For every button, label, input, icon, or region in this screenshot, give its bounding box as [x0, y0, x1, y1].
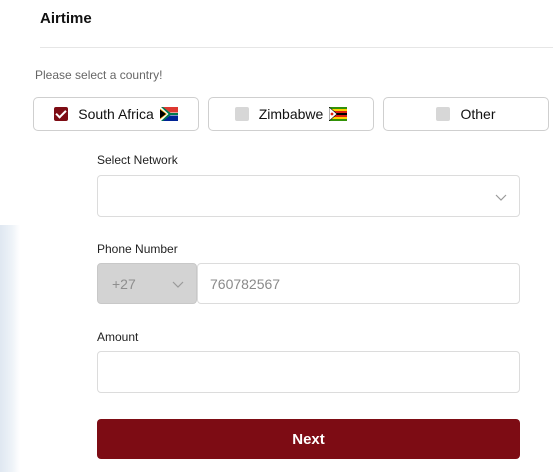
south-africa-flag-icon: [159, 107, 178, 121]
other-checkbox[interactable]: [436, 107, 451, 121]
page-title: Airtime: [40, 10, 92, 27]
phone-label: Phone Number: [97, 242, 178, 256]
country-option-south-africa[interactable]: South Africa: [33, 97, 199, 131]
phone-number-input[interactable]: [198, 264, 519, 303]
amount-input[interactable]: [98, 352, 519, 392]
header-divider: [40, 47, 553, 48]
country-prompt: Please select a country!: [35, 68, 163, 82]
zimbabwe-flag-icon: [329, 107, 348, 121]
amount-field[interactable]: [97, 351, 520, 393]
amount-label: Amount: [97, 330, 139, 344]
chevron-down-icon: [172, 281, 184, 288]
country-label-other: Other: [460, 106, 496, 122]
country-option-zimbabwe[interactable]: Zimbabwe: [208, 97, 374, 131]
country-option-other[interactable]: Other: [383, 97, 549, 131]
zimbabwe-checkbox[interactable]: [234, 107, 249, 121]
network-select[interactable]: [97, 175, 520, 217]
network-label: Select Network: [97, 153, 178, 167]
phone-number-field[interactable]: [197, 263, 520, 304]
background-edge: [0, 225, 20, 472]
south-africa-checkbox[interactable]: [54, 107, 69, 121]
country-label-zimbabwe: Zimbabwe: [258, 106, 324, 122]
next-button[interactable]: Next: [97, 419, 520, 459]
country-code-value: +27: [112, 275, 136, 292]
chevron-down-icon: [495, 194, 507, 201]
country-code-select[interactable]: +27: [97, 263, 197, 304]
country-label-south-africa: South Africa: [78, 106, 154, 122]
